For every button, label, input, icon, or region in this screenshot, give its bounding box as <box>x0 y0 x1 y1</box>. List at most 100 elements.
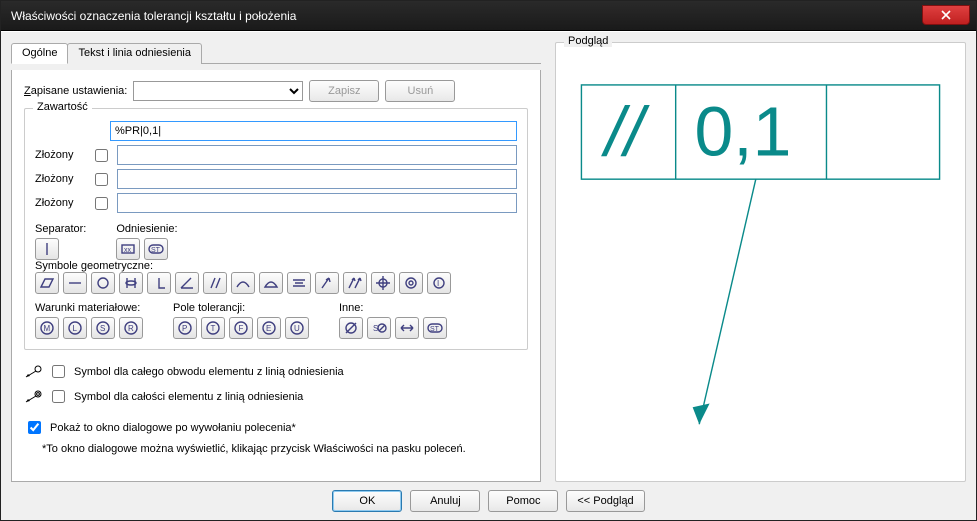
close-button[interactable] <box>922 5 970 25</box>
compound-input-1[interactable] <box>117 145 517 165</box>
datum-frame-icon: xx <box>120 241 136 257</box>
concentricity-icon <box>403 275 419 291</box>
svg-text:ST: ST <box>151 247 161 254</box>
mmc-btn[interactable]: M <box>35 317 59 339</box>
svg-text:xx: xx <box>124 247 132 254</box>
flatness-btn[interactable] <box>35 272 59 294</box>
show-dialog-check[interactable] <box>28 421 41 434</box>
rfs-icon: S <box>95 320 111 336</box>
free-state-btn[interactable]: F <box>229 317 253 339</box>
projected-icon: P <box>177 320 193 336</box>
svg-text:ST: ST <box>430 326 440 333</box>
tab-general[interactable]: Ogólne <box>11 43 68 64</box>
total-runout-btn[interactable] <box>343 272 367 294</box>
independency-btn[interactable]: I <box>427 272 451 294</box>
whole-symbol-label: Symbol dla całości elementu z linią odni… <box>74 391 303 403</box>
perimeter-symbol-check[interactable] <box>52 365 65 378</box>
runout-btn[interactable] <box>315 272 339 294</box>
field-group: Pole tolerancji: P T F E U <box>173 298 309 339</box>
perpendicularity-btn[interactable] <box>147 272 171 294</box>
content-legend: Zawartość <box>33 101 92 113</box>
envelope-btn[interactable]: E <box>257 317 281 339</box>
rfs-btn[interactable]: S <box>91 317 115 339</box>
reciprocity-btn[interactable]: R <box>119 317 143 339</box>
cancel-label: Anuluj <box>430 495 461 507</box>
separator-btn[interactable] <box>35 238 59 260</box>
dialog-body: Ogólne Tekst i linia odniesienia Zapisan… <box>1 31 976 520</box>
datum-frame-btn[interactable]: xx <box>116 238 140 260</box>
runout-icon <box>319 275 335 291</box>
diameter-icon <box>343 320 359 336</box>
mmc-icon: M <box>39 320 55 336</box>
circularity-btn[interactable] <box>91 272 115 294</box>
position-btn[interactable] <box>371 272 395 294</box>
free-state-icon: F <box>233 320 249 336</box>
compound-input-2[interactable] <box>117 169 517 189</box>
save-button-label: Zapisz <box>328 85 360 97</box>
save-button[interactable]: Zapisz <box>309 80 379 102</box>
saved-settings-row: Zapisane ustawienia: Zapisz Usuń <box>24 80 528 102</box>
profile-line-btn[interactable] <box>231 272 255 294</box>
unequal-btn[interactable]: U <box>285 317 309 339</box>
saved-settings-label: Zapisane ustawienia: <box>24 85 127 97</box>
between-btn[interactable] <box>395 317 419 339</box>
content-main-input[interactable] <box>110 121 517 141</box>
toggle-preview-button[interactable]: << Podgląd <box>566 490 644 512</box>
tab-text-leader[interactable]: Tekst i linia odniesienia <box>67 43 202 64</box>
angularity-btn[interactable] <box>175 272 199 294</box>
compound-input-3[interactable] <box>117 193 517 213</box>
datum-target-icon: ST <box>148 241 164 257</box>
material-group: Warunki materiałowe: M L S R <box>35 298 143 339</box>
saved-settings-combo[interactable] <box>133 81 303 101</box>
straightness-icon <box>67 275 83 291</box>
content-row-1: Złożony <box>35 145 517 165</box>
spherical-dia-icon: S <box>371 320 387 336</box>
preview-canvas: // 0,1 <box>572 63 949 465</box>
whole-symbol-check[interactable] <box>52 390 65 403</box>
preview-value-text: 0,1 <box>695 93 792 171</box>
profile-surface-btn[interactable] <box>259 272 283 294</box>
lmc-btn[interactable]: L <box>63 317 87 339</box>
angularity-icon <box>179 275 195 291</box>
dialog-buttons: OK Anuluj Pomoc << Podgląd <box>11 482 966 514</box>
cancel-button[interactable]: Anuluj <box>410 490 480 512</box>
preview-legend: Podgląd <box>564 35 612 47</box>
compound-label-2: Złożony <box>35 173 85 185</box>
right-panel: Podgląd // 0,1 <box>555 42 966 482</box>
datum-target-btn[interactable]: ST <box>144 238 168 260</box>
geom-symbols-row: I <box>35 272 517 294</box>
compound-check-2[interactable] <box>95 173 108 186</box>
compound-check-3[interactable] <box>95 197 108 210</box>
show-dialog-label: Pokaż to okno dialogowe po wywołaniu pol… <box>50 422 296 434</box>
straightness-btn[interactable] <box>63 272 87 294</box>
svg-text:M: M <box>44 324 51 333</box>
dialog-window: Właściwości oznaczenia tolerancji kształ… <box>0 0 977 521</box>
help-button[interactable]: Pomoc <box>488 490 558 512</box>
parallelism-btn[interactable] <box>203 272 227 294</box>
stat-btn[interactable]: ST <box>423 317 447 339</box>
concentricity-btn[interactable] <box>399 272 423 294</box>
titlebar: Właściwości oznaczenia tolerancji kształ… <box>1 1 976 31</box>
cylindricity-btn[interactable] <box>119 272 143 294</box>
show-dialog-note: *To okno dialogowe można wyświetlić, kli… <box>42 443 528 455</box>
perpendicularity-icon <box>151 275 167 291</box>
projected-btn[interactable]: P <box>173 317 197 339</box>
field-label: Pole tolerancji: <box>173 302 309 314</box>
compound-label-1: Złożony <box>35 149 85 161</box>
flatness-icon <box>39 275 55 291</box>
stat-icon: ST <box>427 320 443 336</box>
other-group: Inne: S ST <box>339 298 447 339</box>
toggle-preview-label: << Podgląd <box>577 495 633 507</box>
profile-line-icon <box>235 275 251 291</box>
svg-text:E: E <box>266 324 271 333</box>
symmetry-btn[interactable] <box>287 272 311 294</box>
spherical-dia-btn[interactable]: S <box>367 317 391 339</box>
diameter-btn[interactable] <box>339 317 363 339</box>
tab-panel-general: Zapisane ustawienia: Zapisz Usuń Zawarto… <box>11 70 541 482</box>
compound-check-1[interactable] <box>95 149 108 162</box>
delete-button[interactable]: Usuń <box>385 80 455 102</box>
separator-group: Separator: <box>35 219 86 260</box>
reciprocity-icon: R <box>123 320 139 336</box>
tangent-btn[interactable]: T <box>201 317 225 339</box>
ok-button[interactable]: OK <box>332 490 402 512</box>
